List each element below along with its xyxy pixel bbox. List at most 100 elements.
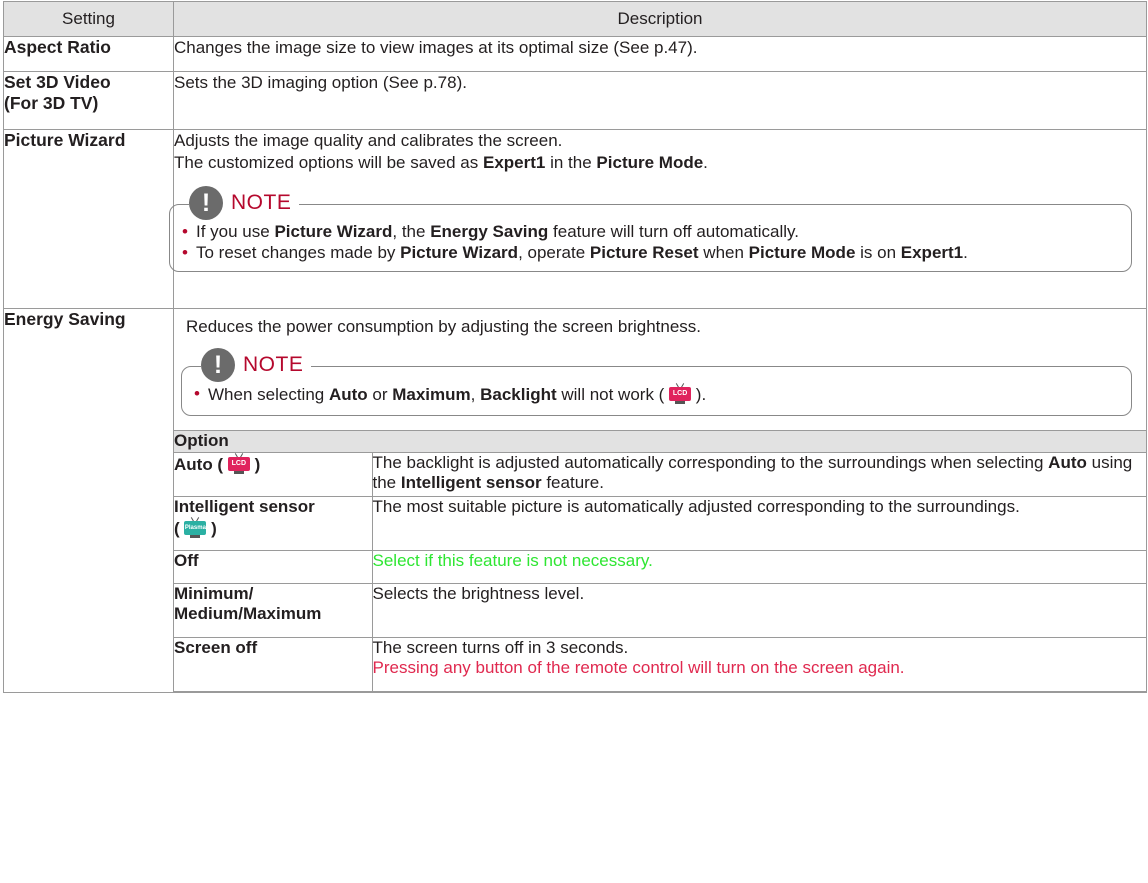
plasma-screen-label: Plasma <box>184 521 207 535</box>
table-row: Aspect Ratio Changes the image size to v… <box>3 36 1147 72</box>
header-description: Description <box>173 1 1147 37</box>
note-box: When selecting Auto or Maximum, Backligh… <box>181 366 1132 416</box>
note-label: NOTE <box>231 191 292 214</box>
options-header-row: Option <box>174 430 1148 453</box>
stand-shape <box>190 535 201 538</box>
bold-term: Intelligent sensor <box>400 473 542 492</box>
option-screen-off-desc: The screen turns off in 3 seconds. Press… <box>371 637 1148 692</box>
table-row: Minimum/ Medium/Maximum Selects the brig… <box>174 583 1148 638</box>
bold-expert1: Expert1 <box>483 153 546 172</box>
option-auto-desc: The backlight is adjusted automatically … <box>371 452 1148 497</box>
note-block-wizard: ! NOTE If you use Picture Wizard, the En… <box>169 186 1132 272</box>
note-box: If you use Picture Wizard, the Energy Sa… <box>169 204 1132 272</box>
text-span: . <box>963 243 968 262</box>
text-span: The customized options will be saved as <box>174 153 483 172</box>
wizard-desc-line1: Adjusts the image quality and calibrates… <box>174 131 563 150</box>
note-label: NOTE <box>243 353 304 376</box>
lcd-screen-label: LCD <box>669 387 692 401</box>
bold-term: Energy Saving <box>430 222 549 241</box>
table-row: Set 3D Video (For 3D TV) Sets the 3D ima… <box>3 71 1147 130</box>
stand-shape <box>233 471 244 474</box>
table-row: Off Select if this feature is not necess… <box>174 550 1148 584</box>
note-item: To reset changes made by Picture Wizard,… <box>180 242 1117 263</box>
bold-picture-mode: Picture Mode <box>596 153 704 172</box>
header-setting: Setting <box>3 1 174 37</box>
settings-table: Setting Description Aspect Ratio Changes… <box>3 1 1148 693</box>
desc-energy-saving: Reduces the power consumption by adjusti… <box>173 308 1148 693</box>
text-span: ) <box>211 519 217 538</box>
bold-term: Expert1 <box>900 243 964 262</box>
wizard-desc-line2: The customized options will be saved as … <box>174 152 1132 174</box>
text-span: , <box>470 385 481 404</box>
note-item: If you use Picture Wizard, the Energy Sa… <box>180 221 1117 242</box>
text-span: . <box>703 153 708 172</box>
text-span: The backlight is adjusted automatically … <box>372 453 1049 472</box>
bold-term: Picture Mode <box>748 243 856 262</box>
text-span: Intelligent sensor <box>174 497 315 516</box>
text-span: when <box>698 243 749 262</box>
text-span: Minimum/ <box>174 584 254 603</box>
options-table: Option Auto ( LCD ) The backlight is adj… <box>174 430 1148 692</box>
option-off: Off <box>174 550 373 584</box>
exclamation-icon: ! <box>201 348 235 382</box>
bold-term: Auto <box>328 385 368 404</box>
desc-picture-wizard: Adjusts the image quality and calibrates… <box>169 129 1147 309</box>
setting-3d-video-line1: Set 3D Video <box>4 72 111 92</box>
bold-term: Backlight <box>480 385 557 404</box>
plasma-tv-icon: Plasma <box>184 517 207 539</box>
text-span: When selecting <box>208 385 329 404</box>
bold-term: Picture Reset <box>589 243 699 262</box>
bold-term: Auto <box>1048 453 1087 472</box>
desc-aspect-ratio: Changes the image size to view images at… <box>173 36 1147 72</box>
lcd-tv-icon: LCD <box>669 383 692 405</box>
text-span: Auto ( <box>174 455 224 474</box>
desc-3d-video: Sets the 3D imaging option (See p.78). <box>173 71 1147 130</box>
text-span: feature will turn off automatically. <box>548 222 800 241</box>
note-item: When selecting Auto or Maximum, Backligh… <box>192 383 1117 405</box>
setting-3d-video-line2: (For 3D TV) <box>4 93 99 113</box>
text-span: in the <box>545 153 597 172</box>
table-header-row: Setting Description <box>3 1 1147 37</box>
text-span: , the <box>392 222 431 241</box>
text-span: The screen turns off in 3 seconds. <box>372 638 629 657</box>
exclamation-icon: ! <box>189 186 223 220</box>
text-span: feature. <box>541 473 604 492</box>
text-span: ). <box>691 385 707 404</box>
setting-energy-saving: Energy Saving <box>3 308 174 693</box>
text-span: , operate <box>518 243 590 262</box>
table-row: Intelligent sensor ( Plasma ) The most s… <box>174 496 1148 551</box>
text-span: will not work ( <box>556 385 670 404</box>
energy-desc: Reduces the power consumption by adjusti… <box>186 317 702 336</box>
stand-shape <box>675 401 686 404</box>
text-span: If you use <box>196 222 275 241</box>
option-auto: Auto ( LCD ) <box>174 452 373 497</box>
option-off-desc: Select if this feature is not necessary. <box>371 550 1148 584</box>
text-span: is on <box>855 243 901 262</box>
bold-term: Picture Wizard <box>274 222 393 241</box>
table-row: Auto ( LCD ) The backlight is adjusted a… <box>174 452 1148 497</box>
note-list: When selecting Auto or Maximum, Backligh… <box>192 383 1117 405</box>
table-row: Energy Saving Reduces the power consumpt… <box>3 308 1148 693</box>
note-heading: ! NOTE <box>189 186 300 220</box>
bold-term: Maximum <box>392 385 471 404</box>
setting-picture-wizard: Picture Wizard <box>3 129 174 309</box>
text-span: To reset changes made by <box>196 243 401 262</box>
manual-page: Setting Description Aspect Ratio Changes… <box>0 0 1148 883</box>
option-brightness-level: Minimum/ Medium/Maximum <box>174 583 373 638</box>
warning-text: Pressing any button of the remote contro… <box>372 658 905 677</box>
table-row: Picture Wizard Adjusts the image quality… <box>3 129 1147 309</box>
lcd-tv-icon: LCD <box>227 453 250 475</box>
setting-3d-video: Set 3D Video (For 3D TV) <box>3 71 174 130</box>
table-row: Screen off The screen turns off in 3 sec… <box>174 637 1148 692</box>
text-span: Medium/Maximum <box>174 604 322 623</box>
option-screen-off: Screen off <box>174 637 373 692</box>
options-header: Option <box>174 430 1148 453</box>
option-brightness-level-desc: Selects the brightness level. <box>371 583 1148 638</box>
note-heading: ! NOTE <box>201 348 312 382</box>
text-span: ( <box>174 519 180 538</box>
lcd-screen-label: LCD <box>227 457 250 471</box>
sensor-icon-line: ( Plasma ) <box>174 517 372 539</box>
text-span: ) <box>254 455 261 474</box>
bold-term: Picture Wizard <box>400 243 519 262</box>
option-intelligent-sensor-desc: The most suitable picture is automatical… <box>371 496 1148 551</box>
